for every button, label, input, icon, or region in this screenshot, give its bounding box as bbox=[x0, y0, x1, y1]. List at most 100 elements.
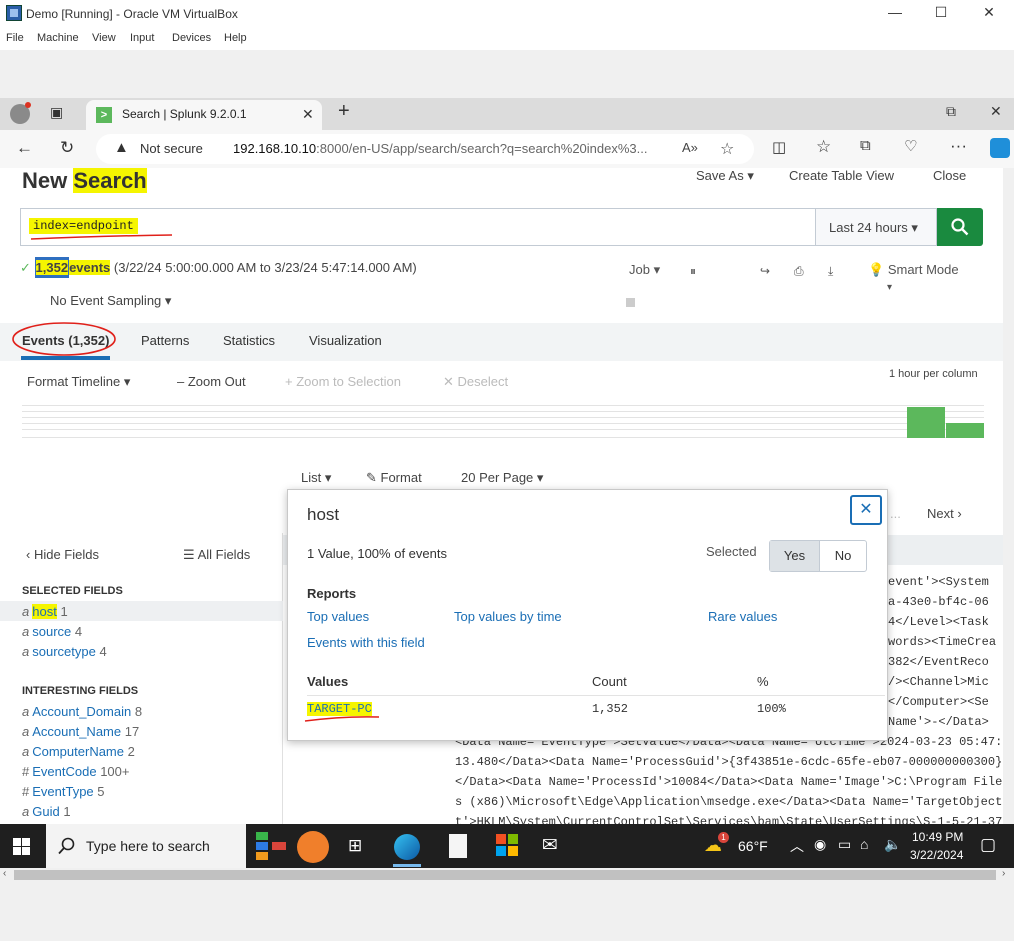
top-values-link[interactable]: Top values bbox=[307, 609, 369, 624]
search-query[interactable]: index=endpoint bbox=[29, 218, 138, 234]
edge-taskbar-icon[interactable] bbox=[394, 834, 420, 860]
job-menu[interactable]: Job ▾ bbox=[629, 262, 660, 278]
zoom-out-button[interactable]: – Zoom Out bbox=[177, 374, 246, 389]
maximize-icon[interactable]: ☐ bbox=[930, 4, 952, 22]
tab-close-icon[interactable]: ✕ bbox=[302, 106, 314, 123]
not-secure-label[interactable]: Not secure bbox=[140, 141, 203, 156]
tab-visualization[interactable]: Visualization bbox=[309, 333, 382, 348]
minimize-icon[interactable]: — bbox=[884, 4, 906, 22]
selected-no-button[interactable]: No bbox=[820, 541, 866, 571]
field-eventtype[interactable]: # EventType 5 bbox=[22, 784, 105, 799]
store-icon[interactable] bbox=[496, 834, 518, 856]
rare-values-link[interactable]: Rare values bbox=[708, 609, 777, 624]
more-menu-icon[interactable]: ··· bbox=[950, 136, 967, 156]
create-table-view-link[interactable]: Create Table View bbox=[789, 168, 894, 183]
warning-icon[interactable]: ▲ bbox=[114, 139, 129, 156]
taskbar-search-placeholder[interactable]: Type here to search bbox=[86, 838, 210, 854]
browser-close-icon[interactable]: ✕ bbox=[990, 103, 1002, 120]
notepad-icon[interactable] bbox=[449, 834, 467, 858]
format-menu[interactable]: ✎ Format bbox=[366, 470, 422, 486]
extensions-icon[interactable]: ♡ bbox=[904, 137, 917, 155]
menu-view[interactable]: View bbox=[92, 32, 116, 44]
mode-caret-icon[interactable]: ▾ bbox=[887, 282, 892, 293]
next-page-button[interactable]: Next › bbox=[927, 506, 962, 521]
windows-start-icon[interactable] bbox=[13, 838, 30, 855]
refresh-icon[interactable]: ↻ bbox=[60, 138, 74, 158]
zoom-selection-button[interactable]: + Zoom to Selection bbox=[285, 374, 401, 389]
location-icon[interactable]: ◉ bbox=[814, 836, 826, 853]
hide-fields-button[interactable]: ‹ Hide Fields bbox=[26, 547, 99, 562]
event-timeline[interactable] bbox=[22, 405, 984, 439]
temperature-label[interactable]: 66°F bbox=[738, 838, 768, 854]
tab-statistics[interactable]: Statistics bbox=[223, 333, 275, 348]
timeline-bar[interactable] bbox=[907, 407, 945, 438]
menu-input[interactable]: Input bbox=[130, 32, 154, 44]
task-view-icon[interactable]: ⊞ bbox=[348, 836, 362, 856]
search-button[interactable] bbox=[937, 208, 983, 246]
time-range-picker[interactable]: Last 24 hours ▾ bbox=[815, 208, 937, 246]
field-account-domain[interactable]: a Account_Domain 8 bbox=[22, 704, 142, 719]
menu-file[interactable]: File bbox=[6, 32, 24, 44]
deselect-button[interactable]: ✕ Deselect bbox=[443, 374, 508, 390]
add-favorite-icon[interactable]: ☆ bbox=[720, 139, 734, 159]
print-icon[interactable]: ⎙ bbox=[794, 264, 804, 279]
url-text[interactable]: 192.168.10.10:8000/en-US/app/search/sear… bbox=[233, 141, 648, 156]
tab-actions-icon[interactable]: ▣ bbox=[50, 104, 63, 121]
favorites-icon[interactable]: ☆ bbox=[816, 137, 831, 157]
events-with-field-link[interactable]: Events with this field bbox=[307, 635, 425, 650]
url-bar[interactable]: ▲ Not secure 192.168.10.10:8000/en-US/ap… bbox=[96, 134, 754, 164]
close-link[interactable]: Close bbox=[933, 168, 966, 183]
new-tab-icon[interactable]: + bbox=[338, 100, 350, 123]
field-eventcode[interactable]: # EventCode 100+ bbox=[22, 764, 129, 779]
network-icon[interactable]: ⌂ bbox=[860, 836, 868, 852]
clock-date[interactable]: 3/22/2024 bbox=[910, 848, 963, 862]
basketball-icon[interactable] bbox=[297, 831, 329, 863]
search-mode-menu[interactable]: 💡 Smart Mode bbox=[868, 262, 959, 278]
clock-time[interactable]: 10:49 PM bbox=[912, 830, 963, 844]
tab-patterns[interactable]: Patterns bbox=[141, 333, 189, 348]
field-computername[interactable]: a ComputerName 2 bbox=[22, 744, 135, 759]
mail-icon[interactable]: ✉ bbox=[542, 834, 558, 857]
list-view-menu[interactable]: List ▾ bbox=[301, 470, 331, 486]
timeline-bar[interactable] bbox=[946, 423, 984, 438]
all-fields-button[interactable]: ☰ All Fields bbox=[183, 547, 250, 563]
menu-machine[interactable]: Machine bbox=[37, 32, 79, 44]
volume-icon[interactable]: 🔈 bbox=[884, 836, 901, 853]
event-sampling-menu[interactable]: No Event Sampling ▾ bbox=[50, 293, 171, 309]
notifications-icon[interactable]: ▢ bbox=[980, 835, 996, 855]
scroll-right-icon[interactable]: › bbox=[1002, 868, 1005, 879]
scroll-thumb[interactable] bbox=[14, 870, 996, 880]
scroll-left-icon[interactable]: ‹ bbox=[3, 868, 6, 879]
tab-splunk-search[interactable]: > Search | Splunk 9.2.0.1 ✕ bbox=[86, 100, 322, 130]
taskbar-search-box[interactable]: Type here to search bbox=[46, 824, 246, 868]
collections-icon[interactable]: ⧉ bbox=[860, 137, 871, 154]
field-account-name[interactable]: a Account_Name 17 bbox=[22, 724, 139, 739]
format-timeline-menu[interactable]: Format Timeline ▾ bbox=[27, 374, 130, 390]
save-as-menu[interactable]: Save As ▾ bbox=[696, 168, 754, 184]
selected-yes-button[interactable]: Yes bbox=[770, 541, 820, 571]
network-diagram-app-icon[interactable] bbox=[256, 830, 290, 862]
search-input[interactable]: index=endpoint bbox=[20, 208, 816, 246]
copilot-icon[interactable] bbox=[990, 138, 1010, 158]
restore-icon[interactable]: ⧉ bbox=[946, 103, 956, 120]
field-host[interactable]: a host 1 bbox=[22, 604, 68, 619]
menu-help[interactable]: Help bbox=[224, 32, 247, 44]
vm-horizontal-scrollbar[interactable]: ‹ › bbox=[0, 868, 1014, 882]
close-icon[interactable]: ✕ bbox=[978, 4, 1000, 22]
field-source[interactable]: a source 4 bbox=[22, 624, 82, 639]
per-page-menu[interactable]: 20 Per Page ▾ bbox=[461, 470, 543, 486]
field-guid[interactable]: a Guid 1 bbox=[22, 804, 71, 819]
pause-icon[interactable]: ⏸ bbox=[690, 264, 696, 279]
popup-close-button[interactable]: ✕ bbox=[850, 495, 882, 525]
page-vertical-scrollbar[interactable] bbox=[1003, 168, 1014, 824]
export-icon[interactable]: ⤓ bbox=[828, 264, 833, 279]
tray-chevron-icon[interactable]: ︿ bbox=[790, 836, 804, 856]
top-values-by-time-link[interactable]: Top values by time bbox=[454, 609, 562, 624]
back-icon[interactable]: ← bbox=[16, 138, 33, 158]
share-icon[interactable]: ↪ bbox=[760, 264, 770, 278]
menu-devices[interactable]: Devices bbox=[172, 32, 211, 44]
field-sourcetype[interactable]: a sourcetype 4 bbox=[22, 644, 107, 659]
split-screen-icon[interactable]: ◫ bbox=[772, 138, 786, 156]
read-aloud-icon[interactable]: A» bbox=[682, 140, 698, 155]
device-icon[interactable]: ▭ bbox=[838, 836, 851, 853]
